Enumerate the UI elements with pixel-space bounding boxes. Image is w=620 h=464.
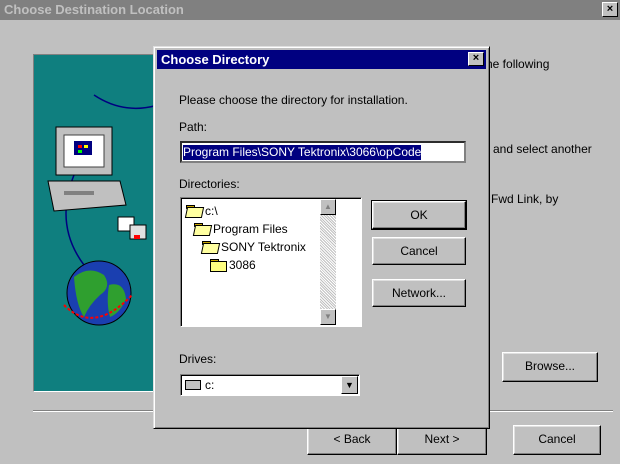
destination-info-text: and select another bbox=[493, 142, 592, 156]
path-value: Program Files\SONY Tektronix\3066\opCode bbox=[183, 145, 422, 160]
drives-select[interactable]: c: ▼ bbox=[180, 374, 360, 396]
scroll-up-icon[interactable]: ▲ bbox=[320, 199, 336, 215]
chevron-down-icon[interactable]: ▼ bbox=[341, 376, 358, 394]
back-button-label: < Back bbox=[333, 432, 371, 446]
back-button[interactable]: < Back bbox=[307, 425, 397, 455]
list-item[interactable]: Program Files bbox=[194, 220, 288, 238]
close-icon[interactable]: × bbox=[602, 2, 618, 17]
scroll-down-icon[interactable]: ▼ bbox=[320, 309, 336, 325]
list-item[interactable]: 3086 bbox=[210, 256, 256, 274]
choose-directory-titlebar: Choose Directory × bbox=[157, 50, 486, 69]
setup-illustration bbox=[33, 54, 157, 392]
drives-value: c: bbox=[205, 378, 215, 392]
ok-button[interactable]: OK bbox=[371, 200, 467, 230]
cancel-setup-label: Cancel bbox=[538, 432, 576, 446]
ok-button-label: OK bbox=[410, 208, 428, 222]
list-item[interactable]: SONY Tektronix bbox=[202, 238, 306, 256]
cancel-button[interactable]: Cancel bbox=[372, 237, 466, 265]
drives-label: Drives: bbox=[179, 352, 217, 366]
open-folder-icon bbox=[194, 223, 210, 235]
destination-info-text: he following bbox=[486, 57, 550, 71]
path-input[interactable]: Program Files\SONY Tektronix\3066\opCode bbox=[180, 141, 466, 163]
choose-directory-dialog: Choose Directory × Please choose the dir… bbox=[153, 46, 490, 429]
close-icon[interactable]: × bbox=[468, 52, 484, 66]
open-folder-icon bbox=[202, 241, 218, 253]
cancel-button-label: Cancel bbox=[400, 244, 438, 258]
open-folder-icon bbox=[186, 205, 202, 217]
directories-scrollbar[interactable]: ▲ ▼ bbox=[320, 199, 336, 325]
directories-label: Directories: bbox=[179, 177, 240, 191]
hard-drive-icon bbox=[185, 380, 201, 390]
directory-name: c:\ bbox=[205, 204, 218, 218]
network-button[interactable]: Network... bbox=[372, 279, 466, 307]
directory-name: SONY Tektronix bbox=[221, 240, 306, 254]
dialog-title: Choose Directory bbox=[161, 52, 270, 67]
next-button[interactable]: Next > bbox=[397, 425, 487, 455]
browse-button[interactable]: Browse... bbox=[502, 352, 598, 382]
folder-icon bbox=[210, 259, 227, 272]
destination-dialog-titlebar: Choose Destination Location × bbox=[0, 0, 620, 20]
directory-name: Program Files bbox=[213, 222, 288, 236]
directory-name: 3086 bbox=[229, 258, 256, 272]
list-item[interactable]: c:\ bbox=[186, 202, 218, 220]
cancel-setup-button[interactable]: Cancel bbox=[513, 425, 601, 455]
destination-dialog-title: Choose Destination Location bbox=[4, 2, 184, 17]
instruction-text: Please choose the directory for installa… bbox=[179, 93, 408, 107]
computer-globe-illustration bbox=[47, 94, 156, 326]
network-button-label: Network... bbox=[391, 286, 446, 300]
destination-info-text: Fwd Link, by bbox=[491, 192, 559, 206]
next-button-label: Next > bbox=[424, 432, 460, 446]
path-label: Path: bbox=[179, 120, 208, 134]
